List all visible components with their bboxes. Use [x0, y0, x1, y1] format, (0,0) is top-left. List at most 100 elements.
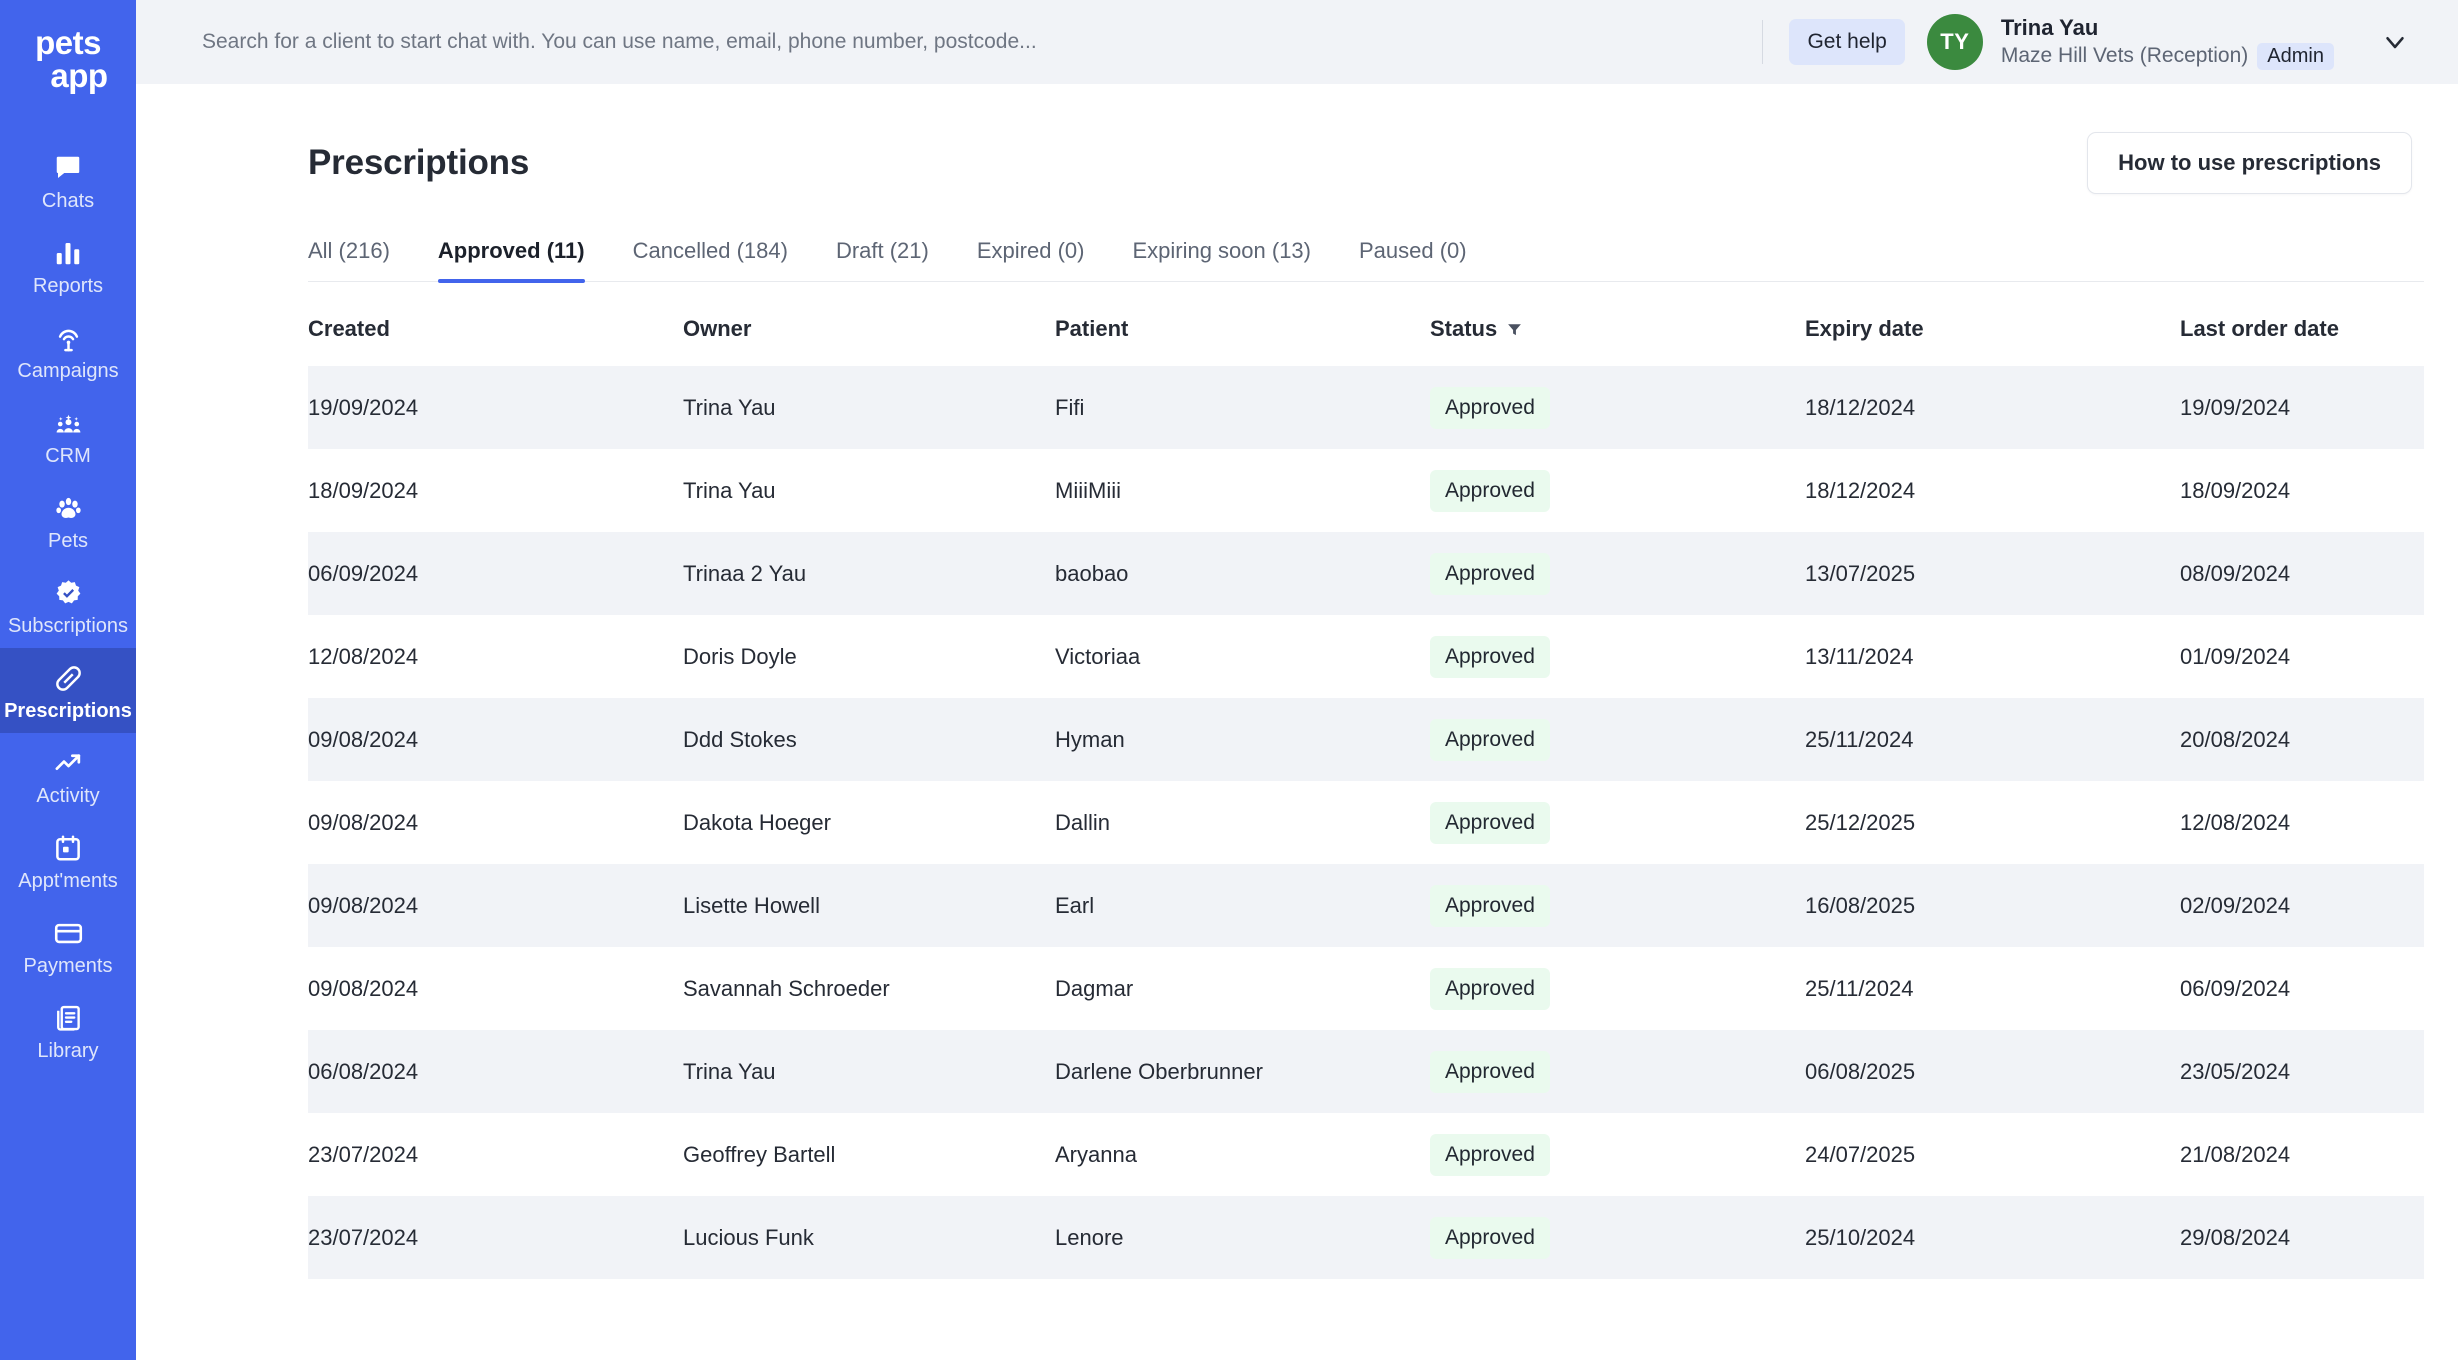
- status-badge: Approved: [1430, 552, 1550, 595]
- table-row[interactable]: 09/08/2024 Savannah Schroeder Dagmar Approv…: [308, 947, 2424, 1030]
- tab-expired[interactable]: Expired (0): [977, 238, 1085, 281]
- cell-last: 23/05/2024: [2180, 1058, 2291, 1084]
- cell-status: Approved: [1430, 449, 1805, 532]
- cell-status: Approved: [1430, 698, 1805, 781]
- table-row[interactable]: 18/09/2024 Trina Yau MiiiMiii Approved 18/12…: [308, 449, 2424, 532]
- cell-last: 20/08/2024: [2180, 726, 2291, 752]
- cell-last: 08/09/2024: [2180, 560, 2291, 586]
- sidebar-item-label: Activity: [36, 785, 100, 807]
- user-role-badge: Admin: [2257, 42, 2334, 70]
- sidebar-item-library[interactable]: Library: [0, 988, 136, 1073]
- user-name: Trina Yau: [2000, 14, 2099, 40]
- tab-cancelled[interactable]: Cancelled (184): [633, 238, 788, 281]
- cell-expiry: 25/11/2024: [1805, 975, 1914, 1001]
- table-body: 19/09/2024 Trina Yau Fifi Approved 18/12/202…: [308, 366, 2424, 1279]
- sidebar-item-chats[interactable]: Chats: [0, 138, 136, 223]
- table-row[interactable]: 06/08/2024 Trina Yau Darlene Oberbrunner Ap…: [308, 1030, 2424, 1113]
- sidebar-item-appt-ments[interactable]: Appt'ments: [0, 818, 136, 903]
- cell-owner: Trina Yau: [683, 394, 776, 420]
- cell-patient: Fifi: [1055, 394, 1085, 420]
- cell-last: 06/09/2024: [2180, 975, 2291, 1001]
- sidebar-item-reports[interactable]: Reports: [0, 223, 136, 308]
- sidebar-item-payments[interactable]: Payments: [0, 903, 136, 988]
- cell-status: Approved: [1430, 864, 1805, 947]
- table-head: Created Owner Patient Status Expiry date Last…: [308, 282, 2424, 366]
- sidebar-item-label: Appt'ments: [18, 870, 118, 892]
- sidebar-item-label: Campaigns: [17, 360, 119, 382]
- cell-patient: baobao: [1055, 560, 1129, 586]
- table-row[interactable]: 09/08/2024 Lisette Howell Earl Approved 16/0…: [308, 864, 2424, 947]
- user-sub-row: Maze Hill Vets (Reception) Admin: [2000, 42, 2334, 70]
- prescriptions-table: Created Owner Patient Status Expiry date Last…: [308, 282, 2424, 1279]
- table-row[interactable]: 23/07/2024 Lucious Funk Lenore Approved 25/1…: [308, 1196, 2424, 1279]
- cell-created: 18/09/2024: [308, 477, 419, 503]
- tab-approved[interactable]: Approved (11): [437, 238, 585, 283]
- cell-patient: Lenore: [1055, 1224, 1124, 1250]
- sidebar-item-subscriptions[interactable]: Subscriptions: [0, 563, 136, 648]
- column-header-label: Patient: [1055, 316, 1129, 341]
- cell-owner: Ddd Stokes: [683, 726, 797, 752]
- cell-created: 09/08/2024: [308, 809, 419, 835]
- cell-patient: Earl: [1055, 892, 1095, 918]
- app-root: pets app Chats Reports Campaigns CRM Pets Sub…: [0, 0, 2458, 1360]
- table-row[interactable]: 23/07/2024 Geoffrey Bartell Aryanna Approve…: [308, 1113, 2424, 1196]
- tab-paused[interactable]: Paused (0): [1359, 238, 1467, 281]
- cell-last: 12/08/2024: [2180, 809, 2291, 835]
- cell-status: Approved: [1430, 947, 1805, 1030]
- status-badge: Approved: [1430, 1050, 1550, 1093]
- column-header-label: Created: [308, 316, 390, 341]
- user-info[interactable]: Trina Yau Maze Hill Vets (Reception) Adm…: [2001, 15, 2334, 70]
- cell-created: 12/08/2024: [308, 643, 419, 669]
- sidebar-item-campaigns[interactable]: Campaigns: [0, 308, 136, 393]
- tab-all[interactable]: All (216): [308, 238, 390, 281]
- tab-draft[interactable]: Draft (21): [836, 238, 929, 281]
- get-help-button[interactable]: Get help: [1789, 19, 1905, 65]
- cell-owner: Trina Yau: [683, 477, 776, 503]
- petsapp-logo[interactable]: pets app: [0, 26, 136, 92]
- column-header-label: Owner: [683, 316, 752, 341]
- cell-last: 29/08/2024: [2180, 1224, 2291, 1250]
- table-row[interactable]: 19/09/2024 Trina Yau Fifi Approved 18/12/202…: [308, 366, 2424, 449]
- column-header-patient: Patient: [1055, 282, 1430, 366]
- column-header-inner: Status: [1430, 316, 1805, 342]
- sidebar-item-activity[interactable]: Activity: [0, 733, 136, 818]
- how-to-use-prescriptions-button[interactable]: How to use prescriptions: [2087, 132, 2412, 194]
- table-row[interactable]: 06/09/2024 Trinaa 2 Yau baobao Approved 13/0…: [308, 532, 2424, 615]
- tab-expiring-soon[interactable]: Expiring soon (13): [1132, 238, 1311, 281]
- cell-status: Approved: [1430, 1113, 1805, 1196]
- table-row[interactable]: 12/08/2024 Doris Doyle Victoriaa Approved 13…: [308, 615, 2424, 698]
- column-header-status[interactable]: Status: [1430, 282, 1805, 366]
- chevron-down-icon[interactable]: [2380, 27, 2410, 57]
- cell-owner: Trina Yau: [683, 1058, 776, 1084]
- sidebar-item-crm[interactable]: CRM: [0, 393, 136, 478]
- column-header-inner: Created: [308, 316, 683, 342]
- cell-status: Approved: [1430, 532, 1805, 615]
- table-row[interactable]: 09/08/2024 Dakota Hoeger Dallin Approved 25/…: [308, 781, 2424, 864]
- cell-created: 09/08/2024: [308, 726, 419, 752]
- avatar[interactable]: TY: [1926, 14, 1983, 70]
- search-input[interactable]: [202, 0, 1755, 84]
- sidebar-item-label: Library: [37, 1040, 99, 1062]
- chat-icon: [53, 151, 83, 185]
- cell-patient: Darlene Oberbrunner: [1055, 1058, 1263, 1084]
- cell-last: 18/09/2024: [2180, 477, 2291, 503]
- cell-owner: Lucious Funk: [683, 1224, 814, 1250]
- filter-icon[interactable]: [1506, 321, 1523, 338]
- cell-created: 06/08/2024: [308, 1058, 419, 1084]
- cell-expiry: 18/12/2024: [1805, 477, 1916, 503]
- sidebar-item-prescriptions[interactable]: Prescriptions: [0, 648, 136, 733]
- sidebar-item-label: Reports: [32, 275, 104, 297]
- status-badge: Approved: [1430, 386, 1550, 429]
- prescriptions-table-wrap: Created Owner Patient Status Expiry date Last…: [308, 282, 2424, 1279]
- cell-patient: Dagmar: [1055, 975, 1134, 1001]
- cell-owner: Savannah Schroeder: [683, 975, 890, 1001]
- tab-bar: All (216) Approved (11) Cancelled (184) Dra…: [308, 238, 2424, 283]
- sidebar-item-pets[interactable]: Pets: [0, 478, 136, 563]
- table-row[interactable]: 09/08/2024 Ddd Stokes Hyman Approved 25/11/2…: [308, 698, 2424, 781]
- sidebar-item-label: Pets: [47, 530, 89, 552]
- column-header-created: Created: [308, 282, 683, 366]
- cell-last: 02/09/2024: [2180, 892, 2291, 918]
- cell-created: 09/08/2024: [308, 975, 419, 1001]
- cell-owner: Lisette Howell: [683, 892, 820, 918]
- user-org: Maze Hill Vets (Reception): [2000, 44, 2249, 67]
